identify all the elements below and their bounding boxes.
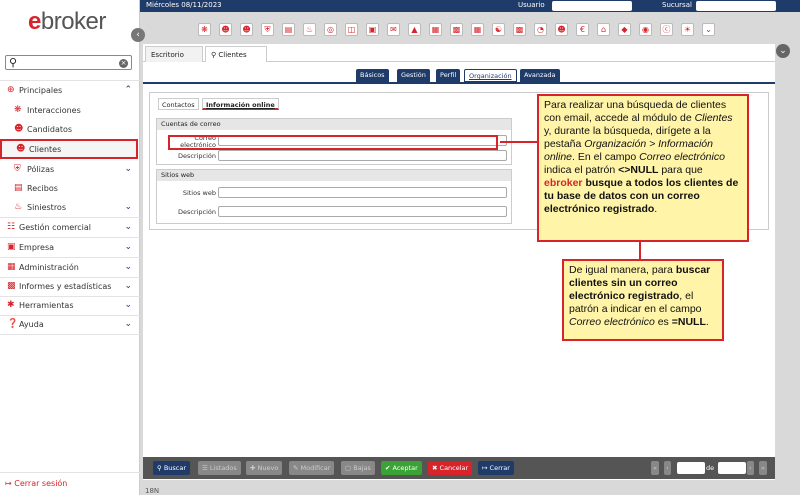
footer-text: 18N: [145, 487, 160, 495]
total-pages-input: [718, 462, 746, 474]
bajas-button[interactable]: ▢ Bajas: [341, 461, 375, 475]
trash-icon: ▢: [345, 464, 352, 472]
tip-callout-with-email: Para realizar una búsqueda de clientes c…: [537, 94, 749, 242]
check-icon: ✔: [385, 464, 391, 472]
first-page-button[interactable]: «: [651, 461, 659, 475]
exit-icon: ↦: [482, 464, 488, 472]
list-icon: ☰: [202, 464, 208, 472]
search-icon: ⚲: [157, 464, 162, 472]
next-page-button[interactable]: ›: [747, 461, 754, 475]
modificar-button[interactable]: ✎ Modificar: [289, 461, 335, 475]
cancel-icon: ✖: [432, 464, 438, 472]
plus-icon: ✚: [250, 464, 256, 472]
pencil-icon: ✎: [293, 464, 299, 472]
aceptar-button[interactable]: ✔ Aceptar: [381, 461, 422, 475]
tip-callout-without-email: De igual manera, para buscar clientes si…: [562, 259, 724, 341]
page-input[interactable]: [677, 462, 705, 474]
cancelar-button[interactable]: ✖ Cancelar: [428, 461, 473, 475]
last-page-button[interactable]: »: [759, 461, 767, 475]
cerrar-button[interactable]: ↦ Cerrar: [478, 461, 514, 475]
collapse-sidebar-button[interactable]: ‹: [131, 28, 145, 42]
buscar-button[interactable]: ⚲ Buscar: [153, 461, 191, 475]
action-bar: ⚲ Buscar ☰ Listados ✚ Nuevo ✎ Modificar …: [143, 457, 775, 479]
prev-page-button[interactable]: ‹: [664, 461, 671, 475]
pager-of-label: de: [706, 464, 715, 472]
nuevo-button[interactable]: ✚ Nuevo: [246, 461, 283, 475]
listados-button[interactable]: ☰ Listados: [198, 461, 241, 475]
callout-connectors: [500, 141, 641, 259]
